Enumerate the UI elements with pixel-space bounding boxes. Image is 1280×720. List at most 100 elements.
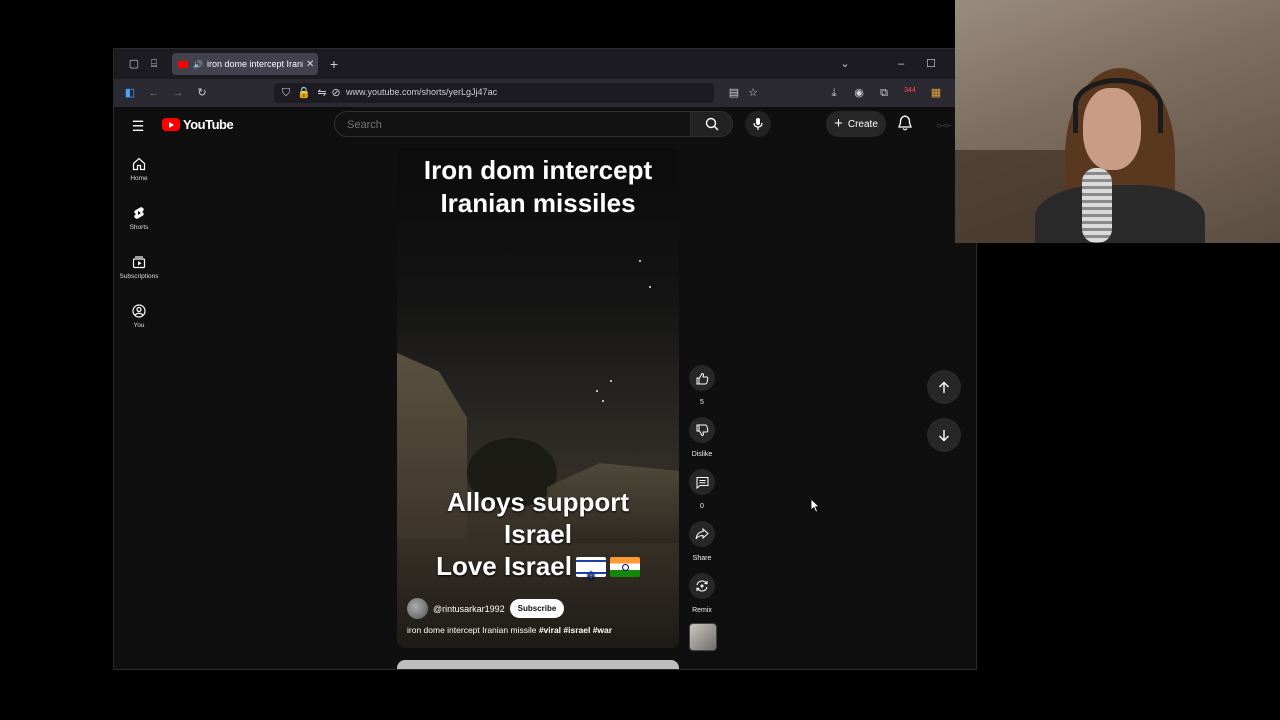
caption-line-3: Love Israel	[397, 550, 679, 592]
microphone-icon	[753, 118, 763, 130]
arrow-down-icon	[939, 429, 949, 441]
logo-text: YouTube	[183, 117, 234, 132]
sidebar-toggle-icon[interactable]: ◧	[122, 86, 138, 100]
video-description: iron dome intercept Iranian missile #vir…	[407, 625, 612, 635]
channel-row: @rintusarkar1992 Subscribe	[407, 598, 565, 619]
minimize-icon[interactable]: –	[893, 57, 909, 71]
sidebar-item-label: You	[133, 322, 145, 329]
browser-window: ▢ ⌸ 🔊 iron dome intercept Iranian missil…	[113, 48, 977, 670]
search-button[interactable]	[691, 111, 733, 137]
shorts-icon	[134, 207, 144, 219]
sidebar-item-subscriptions[interactable]: Subscriptions	[114, 255, 164, 280]
mouse-cursor-icon	[810, 498, 820, 513]
sidebar-item-shorts[interactable]: Shorts	[114, 206, 164, 231]
remix-label: Remix	[692, 607, 712, 614]
reader-view-icon[interactable]: ▤	[726, 86, 742, 100]
missile-light	[649, 286, 651, 288]
previous-short-button[interactable]	[927, 370, 961, 404]
overflow-dots-icon[interactable]: ○-○-	[936, 119, 952, 133]
autoplay-blocked-icon[interactable]: ⊘	[328, 86, 344, 100]
caption-line: Israel	[504, 519, 572, 549]
plus-icon: +	[834, 115, 843, 132]
maximize-icon[interactable]: ☐	[923, 57, 939, 71]
home-icon	[132, 157, 146, 171]
sidebar-item-label: Home	[130, 175, 148, 182]
short-video-player[interactable]: Iron dom intercept Iranian missiles Allo…	[397, 148, 679, 648]
share-action[interactable]: Share	[682, 521, 722, 562]
missile-light	[610, 380, 612, 382]
remix-action[interactable]: Remix	[682, 573, 722, 614]
thumbs-down-icon	[696, 424, 708, 436]
address-bar[interactable]: ⛉ 🔒 ⇋ ⊘ www.youtube.com/shorts/yerLgJj47…	[274, 83, 758, 103]
search-box[interactable]	[334, 111, 691, 137]
webcam-headphones	[1073, 78, 1163, 133]
you-icon	[132, 304, 146, 318]
dislike-button[interactable]	[689, 417, 715, 443]
tab-list-icon[interactable]: ⌸	[146, 57, 162, 71]
dislike-action[interactable]: Dislike	[682, 417, 722, 458]
tab-bar: ▢ ⌸ 🔊 iron dome intercept Iranian missil…	[114, 49, 976, 79]
sidebar-item-home[interactable]: Home	[114, 157, 164, 182]
extension-grid-icon[interactable]: ▦	[928, 86, 944, 100]
reload-icon[interactable]: ↻	[194, 86, 210, 100]
next-short-preview[interactable]	[397, 660, 679, 669]
arrow-up-icon	[939, 381, 949, 393]
youtube-logo[interactable]: YouTube	[162, 117, 234, 132]
youtube-play-icon	[162, 118, 180, 131]
account-icon[interactable]: ◉	[851, 86, 867, 100]
hashtags[interactable]: #viral #israel #war	[539, 625, 612, 635]
back-icon[interactable]: ←	[146, 86, 162, 100]
share-icon	[695, 528, 709, 540]
downloads-icon[interactable]: ⤓	[826, 86, 842, 100]
lock-icon[interactable]: 🔒	[296, 86, 312, 100]
subscribe-button[interactable]: Subscribe	[509, 599, 565, 618]
subscriptions-icon	[132, 256, 146, 269]
sidebar-item-label: Subscriptions	[119, 273, 159, 280]
webcam-overlay	[955, 0, 1280, 243]
speaker-icon[interactable]: 🔊	[193, 60, 203, 69]
tab-overview-icon[interactable]: ▢	[126, 57, 142, 71]
tab-active[interactable]: 🔊 iron dome intercept Iranian missiles ✕	[172, 53, 318, 75]
search-input[interactable]	[345, 118, 649, 132]
shield-icon[interactable]: ⛉	[278, 86, 294, 100]
title-line: Iron dom intercept	[423, 155, 653, 185]
thumbs-up-icon	[696, 372, 708, 384]
extension-badge[interactable]: 344	[902, 84, 918, 98]
caption-line: Love Israel	[436, 551, 572, 581]
missile-light	[602, 400, 604, 402]
like-button[interactable]	[689, 365, 715, 391]
create-button[interactable]: + Create	[826, 111, 886, 137]
share-label: Share	[692, 555, 712, 562]
webcam-person-body	[1035, 185, 1205, 243]
share-button[interactable]	[689, 521, 715, 547]
search-icon	[705, 117, 718, 131]
sound-thumbnail[interactable]	[689, 623, 717, 651]
comment-count: 0	[700, 503, 704, 510]
url-text: www.youtube.com/shorts/yerLgJj47ac	[346, 87, 498, 97]
list-all-tabs-icon[interactable]: ⌄	[837, 57, 853, 71]
channel-avatar[interactable]	[407, 598, 428, 619]
create-label: Create	[847, 118, 878, 130]
forward-icon[interactable]: →	[170, 86, 186, 100]
comments-button[interactable]	[689, 469, 715, 495]
webcam-microphone	[1082, 168, 1112, 243]
notifications-bell-icon[interactable]	[898, 115, 912, 131]
close-tab-icon[interactable]: ✕	[306, 59, 314, 70]
remix-button[interactable]	[689, 573, 715, 599]
missile-light	[639, 260, 641, 262]
sidebar-item-you[interactable]: You	[114, 304, 164, 329]
next-short-button[interactable]	[927, 418, 961, 452]
youtube-header: ☰ YouTube + Create ○-○-	[114, 107, 976, 145]
extensions-icon[interactable]: ⧉	[876, 86, 892, 100]
channel-name[interactable]: @rintusarkar1992	[433, 604, 505, 614]
like-action[interactable]: 5	[682, 365, 722, 406]
menu-icon[interactable]: ☰	[130, 119, 146, 133]
description-text: iron dome intercept Iranian missile	[407, 625, 537, 635]
dislike-label: Dislike	[691, 451, 713, 458]
comments-action[interactable]: 0	[682, 469, 722, 510]
bookmark-star-icon[interactable]: ☆	[745, 86, 761, 100]
voice-search-button[interactable]	[745, 111, 771, 137]
video-title-overlay: Iron dom intercept Iranian missiles	[397, 154, 679, 220]
caption-line: Alloys support	[446, 487, 629, 517]
new-tab-icon[interactable]: +	[326, 57, 342, 71]
